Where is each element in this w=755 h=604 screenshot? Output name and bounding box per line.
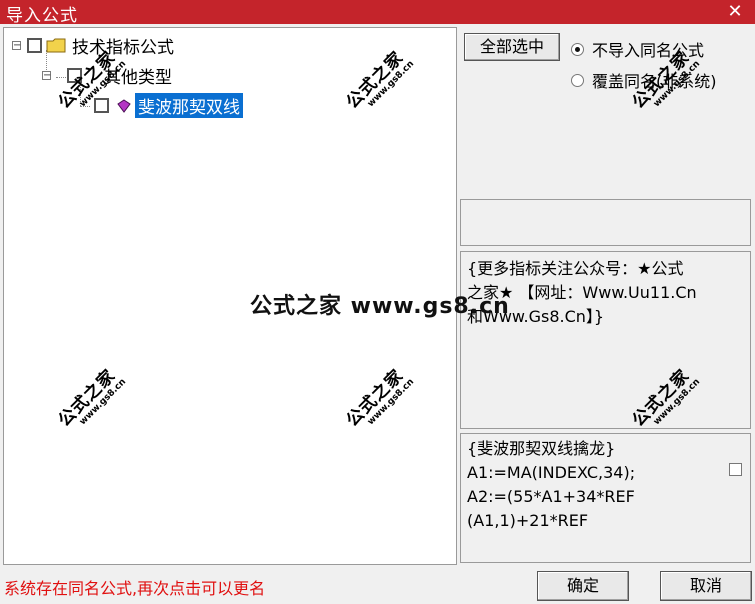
title-bar: 导入公式 ✕ — [0, 0, 755, 26]
code-checkbox[interactable] — [729, 463, 742, 476]
blank-panel — [460, 199, 751, 246]
code-panel[interactable]: {斐波那契双线擒龙} A1:=MA(INDEXC,34); A2:=(55*A1… — [460, 433, 751, 563]
code-text: {斐波那契双线擒龙} A1:=MA(INDEXC,34); A2:=(55*A1… — [467, 439, 636, 530]
cancel-button[interactable]: 取消 — [660, 571, 752, 601]
info-panel: {更多指标关注公众号：★公式 之家★ 【网址：Www.Uu11.Cn 和Www.… — [460, 251, 751, 429]
leaf-checkbox[interactable] — [94, 97, 109, 113]
window-title: 导入公式 — [6, 6, 78, 26]
radio-unselected-icon[interactable] — [571, 73, 584, 87]
collapse-icon[interactable]: − — [12, 40, 21, 50]
radio-selected-icon[interactable] — [571, 42, 584, 56]
collapse-icon[interactable]: − — [42, 70, 51, 80]
ok-button[interactable]: 确定 — [537, 571, 629, 601]
select-all-button[interactable]: 全部选中 — [464, 33, 560, 61]
center-watermark: 公式之家 www.gs8.cn — [250, 294, 510, 319]
formula-icon — [117, 98, 131, 113]
tree-node-root[interactable]: − 技术指标公式 — [12, 34, 174, 58]
close-icon[interactable]: ✕ — [715, 0, 755, 24]
tree-node-label: 技术指标公式 — [72, 37, 174, 58]
tree-node-leaf[interactable]: 斐波那契双线 — [94, 92, 243, 118]
status-message: 系统存在同名公式,再次点击可以更名 — [4, 579, 266, 598]
root-checkbox[interactable] — [27, 37, 42, 53]
folder-icon — [46, 38, 66, 53]
tree-node-label: 斐波那契双线 — [135, 92, 243, 118]
